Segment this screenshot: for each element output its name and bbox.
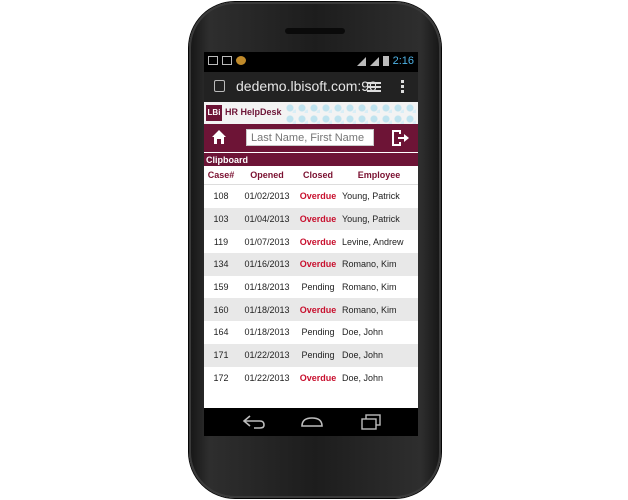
table-row[interactable]: 119 01/07/2013 Overdue Levine, Andrew xyxy=(204,230,418,254)
helpdesk-app: LBi HR HelpDesk Clipboard Case# Opened xyxy=(204,102,418,408)
hex-pattern xyxy=(284,102,418,124)
status-bar: 2:16 xyxy=(204,52,418,72)
case-number-cell: 159 xyxy=(204,275,238,299)
opened-date-cell: 01/18/2013 xyxy=(238,298,296,322)
mail-notification-icon xyxy=(222,56,232,65)
table-row[interactable]: 103 01/04/2013 Overdue Young, Patrick xyxy=(204,207,418,231)
employee-cell: Doe, John xyxy=(340,366,418,390)
employee-cell: Levine, Andrew xyxy=(340,230,418,254)
opened-date-cell: 01/18/2013 xyxy=(238,321,296,344)
image-notification-icon xyxy=(208,56,218,65)
case-number-cell: 108 xyxy=(204,184,238,208)
closed-status-cell: Overdue xyxy=(296,184,340,208)
table-row[interactable]: 108 01/02/2013 Overdue Young, Patrick xyxy=(204,184,418,208)
closed-status-cell: Overdue xyxy=(296,253,340,276)
case-number-cell: 119 xyxy=(204,230,238,254)
closed-status-cell: Overdue xyxy=(296,298,340,322)
opened-date-cell: 01/22/2013 xyxy=(238,366,296,390)
signal-icon xyxy=(369,56,379,66)
closed-status-cell: Overdue xyxy=(296,366,340,390)
employee-cell: Doe, John xyxy=(340,343,418,367)
clipboard-title: Clipboard xyxy=(204,152,418,166)
brand-header: LBi HR HelpDesk xyxy=(204,102,418,124)
case-number-cell: 172 xyxy=(204,366,238,390)
case-number-cell: 134 xyxy=(204,253,238,276)
employee-cell: Young, Patrick xyxy=(340,184,418,208)
home-nav-icon[interactable] xyxy=(300,414,324,430)
home-icon[interactable] xyxy=(211,129,227,145)
closed-status-cell: Pending xyxy=(296,275,340,299)
employee-cell: Doe, John xyxy=(340,321,418,344)
logout-icon[interactable] xyxy=(390,128,410,148)
case-number-cell: 164 xyxy=(204,321,238,344)
opened-date-cell: 01/22/2013 xyxy=(238,343,296,367)
table-row[interactable]: 164 01/18/2013 Pending Doe, John xyxy=(204,321,418,344)
app-notification-icon xyxy=(236,56,246,65)
nav-bar xyxy=(204,124,418,152)
recent-apps-icon[interactable] xyxy=(360,414,382,430)
col-closed[interactable]: Closed xyxy=(296,166,340,185)
table-row[interactable]: 160 01/18/2013 Overdue Romano, Kim xyxy=(204,298,418,322)
case-number-cell: 171 xyxy=(204,343,238,367)
employee-cell: Romano, Kim xyxy=(340,275,418,299)
employee-cell: Romano, Kim xyxy=(340,298,418,322)
back-icon[interactable] xyxy=(242,414,266,430)
brand-logo: LBi xyxy=(206,105,222,121)
wifi-icon xyxy=(356,56,366,66)
table-header-row: Case# Opened Closed Employee xyxy=(204,166,418,185)
closed-status-cell: Pending xyxy=(296,321,340,344)
employee-cell: Romano, Kim xyxy=(340,253,418,276)
employee-cell: Young, Patrick xyxy=(340,207,418,231)
closed-status-cell: Overdue xyxy=(296,230,340,254)
browser-url-bar[interactable]: dedemo.lbisoft.com:90 xyxy=(204,72,418,102)
col-employee[interactable]: Employee xyxy=(340,166,418,185)
case-number-cell: 160 xyxy=(204,298,238,322)
opened-date-cell: 01/18/2013 xyxy=(238,275,296,299)
opened-date-cell: 01/02/2013 xyxy=(238,184,296,208)
tabs-icon[interactable] xyxy=(367,82,381,92)
battery-icon xyxy=(382,56,389,66)
android-nav-bar xyxy=(204,408,418,436)
closed-status-cell: Overdue xyxy=(296,207,340,231)
table-row[interactable]: 134 01/16/2013 Overdue Romano, Kim xyxy=(204,253,418,276)
opened-date-cell: 01/04/2013 xyxy=(238,207,296,231)
closed-status-cell: Pending xyxy=(296,343,340,367)
brand-name: HR HelpDesk xyxy=(225,107,282,117)
table-row[interactable]: 159 01/18/2013 Pending Romano, Kim xyxy=(204,275,418,299)
opened-date-cell: 01/07/2013 xyxy=(238,230,296,254)
url-text[interactable]: dedemo.lbisoft.com:90 xyxy=(236,78,376,94)
table-row[interactable]: 172 01/22/2013 Overdue Doe, John xyxy=(204,366,418,390)
employee-search-input[interactable] xyxy=(246,129,374,146)
phone-speaker xyxy=(285,28,345,34)
overflow-menu-icon[interactable] xyxy=(401,80,404,94)
site-icon xyxy=(214,80,225,92)
opened-date-cell: 01/16/2013 xyxy=(238,253,296,276)
case-number-cell: 103 xyxy=(204,207,238,231)
col-case[interactable]: Case# xyxy=(204,166,238,185)
status-clock: 2:16 xyxy=(392,55,414,67)
table-row[interactable]: 171 01/22/2013 Pending Doe, John xyxy=(204,343,418,367)
col-opened[interactable]: Opened xyxy=(238,166,296,185)
clipboard-table: Case# Opened Closed Employee 108 01/02/20… xyxy=(204,166,418,390)
phone-screen: 2:16 dedemo.lbisoft.com:90 LBi HR HelpDe… xyxy=(204,52,418,436)
